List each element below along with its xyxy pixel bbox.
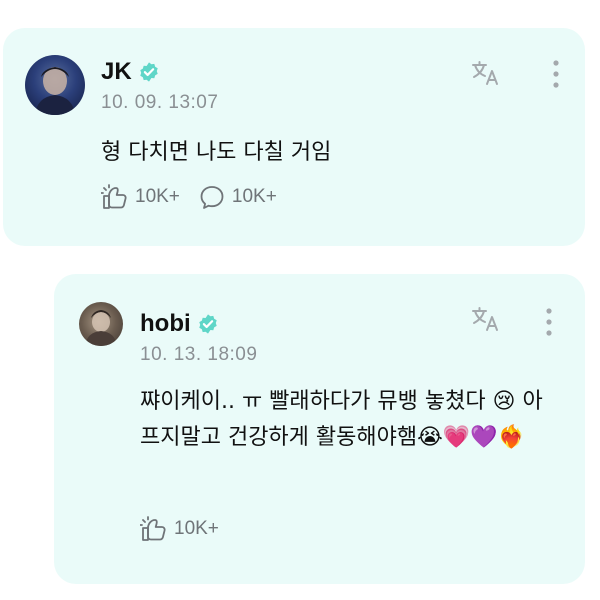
translate-icon[interactable]: [471, 60, 501, 86]
timestamp: 10. 09. 13:07: [101, 92, 219, 113]
like-icon: [101, 184, 127, 209]
post-text: 쨔이케이.. ㅠ 빨래하다가 뮤뱅 놓쳤다 😢 아프지말고 건강하게 활동해야햄…: [140, 389, 543, 450]
post-text: 형 다치면 나도 다칠 거임: [101, 140, 332, 165]
author-name[interactable]: JK: [101, 58, 132, 86]
timestamp: 10. 13. 18:09: [140, 344, 258, 365]
post-card-hobi: hobi 10. 13. 18:09 쨔이케이.. ㅠ 빨래하다가 뮤뱅 놓쳤다…: [54, 274, 585, 584]
avatar[interactable]: [79, 302, 123, 346]
like-icon: [140, 516, 166, 541]
translate-icon[interactable]: [471, 306, 501, 332]
like-button[interactable]: 10K+: [140, 516, 219, 542]
more-vertical-icon[interactable]: [544, 306, 554, 338]
author-row: JK: [101, 58, 160, 86]
author-row: hobi: [140, 310, 219, 338]
more-vertical-icon[interactable]: [551, 58, 561, 90]
verified-badge-icon: [198, 314, 217, 334]
comment-button[interactable]: 10K+: [198, 184, 277, 210]
comment-count: 10K+: [231, 186, 277, 207]
post-actions: 10K+ 10K+: [101, 184, 277, 210]
verified-badge-icon: [139, 62, 158, 82]
post-card-jk: JK 10. 09. 13:07 형 다치면 나도 다칠 거임 10K+ 10K…: [3, 28, 585, 246]
post-actions: 10K+: [140, 516, 219, 542]
comment-icon: [200, 186, 224, 209]
like-button[interactable]: 10K+: [101, 184, 180, 210]
like-count: 10K+: [174, 518, 219, 539]
avatar[interactable]: [25, 55, 85, 115]
like-count: 10K+: [135, 186, 180, 207]
author-name[interactable]: hobi: [140, 310, 191, 338]
